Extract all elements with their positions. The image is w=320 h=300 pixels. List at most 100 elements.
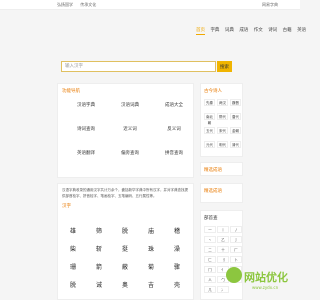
top-right-link[interactable]: 网易字典 [262,2,278,8]
tool-label: 拼音查询 [165,151,183,156]
poet-era-chip[interactable]: 两汉 [217,99,228,106]
char-glyph: 筛 [95,228,102,235]
poet-era-chip[interactable]: 五代 [204,127,215,134]
poet-era-chip[interactable]: 魏晋 [230,99,241,106]
radical-chip[interactable]: 卜 [230,256,242,263]
nav-item[interactable]: 英语 [297,28,306,33]
radical-chip[interactable]: 亅 [230,236,242,243]
char-cell[interactable]: 稽 [166,225,188,239]
tool-item[interactable]: 英语翻译 [66,150,106,156]
tool-item[interactable]: 成语大全 [154,102,194,108]
char-cell[interactable]: 柴 [62,243,84,257]
tool-item[interactable]: 反义词 [154,126,194,132]
idiom-title-2: 精选成语 [204,189,222,194]
char-cell[interactable]: 壳 [166,279,188,293]
char-glyph: 蔽 [121,264,128,271]
char-cell[interactable]: 庙 [140,225,162,239]
char-cell[interactable]: 蔽 [114,261,136,275]
poet-era-chip[interactable]: 南北朝 [204,113,215,125]
nav-item[interactable]: 字典 [210,28,219,33]
radical-chip[interactable]: 人 [204,276,216,283]
char-cell[interactable]: 雄 [62,225,84,239]
top-links: 弘扬国学 传承文化 [57,2,102,8]
radical-chip[interactable]: 丨 [217,226,229,233]
radical-chip[interactable]: 丶 [204,236,216,243]
logo-mark-icon [226,267,242,283]
poet-era-chip[interactable]: 清代 [230,141,241,148]
char-glyph: 骤 [173,264,180,271]
poet-era-chip[interactable]: 明代 [217,141,228,148]
tool-item[interactable]: 汉语词典 [110,102,150,108]
poets-panel: 古今诗人 先秦 两汉 魏晋南北朝 隋代 唐代五代 宋代 金朝元代 明代 清代 [200,83,243,157]
poet-era-chip[interactable]: 宋代 [217,127,228,134]
tool-label: 近义词 [123,127,137,132]
char-glyph: 奥 [121,282,128,289]
radical-chip[interactable]: 刂 [217,256,229,263]
tool-item[interactable]: 偏旁查询 [110,150,150,156]
tool-item[interactable]: 近义词 [110,126,150,132]
tools-panel: 功能导航 汉语字典 汉语词典 成语大全诗词查询 近义词 反义词英语翻译 偏旁查询 拼音查询 [57,83,194,178]
char-cell[interactable]: 澡 [166,243,188,257]
poet-era-chip[interactable]: 先秦 [204,99,215,106]
radical-chip[interactable]: 匚 [204,256,216,263]
radical-chip[interactable]: 几 [204,286,216,293]
char-glyph: 稽 [173,228,180,235]
char-glyph: 雄 [69,228,76,235]
search-button[interactable]: 搜索 [217,61,232,72]
char-cell[interactable]: 奥 [114,279,136,293]
char-cell[interactable]: 吉 [140,279,162,293]
poet-era-chip[interactable]: 隋代 [217,113,228,120]
char-cell[interactable]: 筛 [88,225,110,239]
radical-chip[interactable]: 一 [204,226,216,233]
radical-chip[interactable]: 冂 [204,266,216,273]
char-cell[interactable]: 菊 [140,261,162,275]
radical-chip[interactable]: 乙 [217,236,229,243]
char-cell[interactable]: 挺 [114,243,136,257]
radicals-title: 部首查 [204,216,218,221]
nav-item[interactable]: 诗词 [268,28,277,33]
char-cell[interactable]: 珠 [140,243,162,257]
tool-label: 汉语字典 [77,103,95,108]
char-glyph: 脱 [69,282,76,289]
char-cell[interactable]: 脱 [62,279,84,293]
radical-chip[interactable]: 二 [204,246,216,253]
tool-label: 英语翻译 [77,151,95,156]
char-cell[interactable]: 箭 [88,261,110,275]
char-cell[interactable]: 骤 [166,261,188,275]
poet-era-chip[interactable]: 唐代 [230,113,241,120]
top-link[interactable]: 传承文化 [80,2,96,7]
poets-title: 古今诗人 [204,89,222,94]
nav-item[interactable]: 作文 [254,28,263,33]
tool-item[interactable]: 拼音查询 [154,150,194,156]
char-cell[interactable]: 斩 [88,243,110,257]
intro-text: 汉语字典收录的通用汉字共计万余个，囊括新华字典中所有汉字，并对字典查找提供部首检… [62,188,188,198]
radical-chip[interactable]: 厂 [230,246,242,253]
search-input[interactable]: 输入汉字 [61,61,216,72]
char-glyph: 壳 [173,282,180,289]
tools-title: 功能导航 [62,89,80,94]
char-glyph: 庙 [147,228,154,235]
nav-item[interactable]: 词典 [225,28,234,33]
tool-item[interactable]: 汉语字典 [66,102,106,108]
char-glyph: 柴 [69,246,76,253]
char-glyph: 菊 [147,264,154,271]
nav-item[interactable]: 古籍 [283,28,292,33]
char-cell[interactable]: 珊 [62,261,84,275]
char-cell[interactable]: 脱 [114,225,136,239]
tool-label: 成语大全 [165,103,183,108]
char-glyph: 诫 [95,282,102,289]
tool-item[interactable]: 诗词查询 [66,126,106,132]
poet-era-chip[interactable]: 元代 [204,141,215,148]
char-glyph: 箭 [95,264,102,271]
char-glyph: 吉 [147,282,154,289]
watermark-logo: 网站优化 www.zydx.cn [222,265,300,300]
radical-chip[interactable]: 丿 [230,226,242,233]
char-glyph: 珠 [147,246,154,253]
char-glyph: 斩 [95,246,102,253]
nav-item[interactable]: 成语 [239,28,248,33]
poet-era-chip[interactable]: 金朝 [230,127,241,134]
radical-chip[interactable]: 十 [217,246,229,253]
top-link[interactable]: 弘扬国学 [57,2,73,7]
nav-item-home[interactable]: 首页 [196,28,205,35]
char-cell[interactable]: 诫 [88,279,110,293]
